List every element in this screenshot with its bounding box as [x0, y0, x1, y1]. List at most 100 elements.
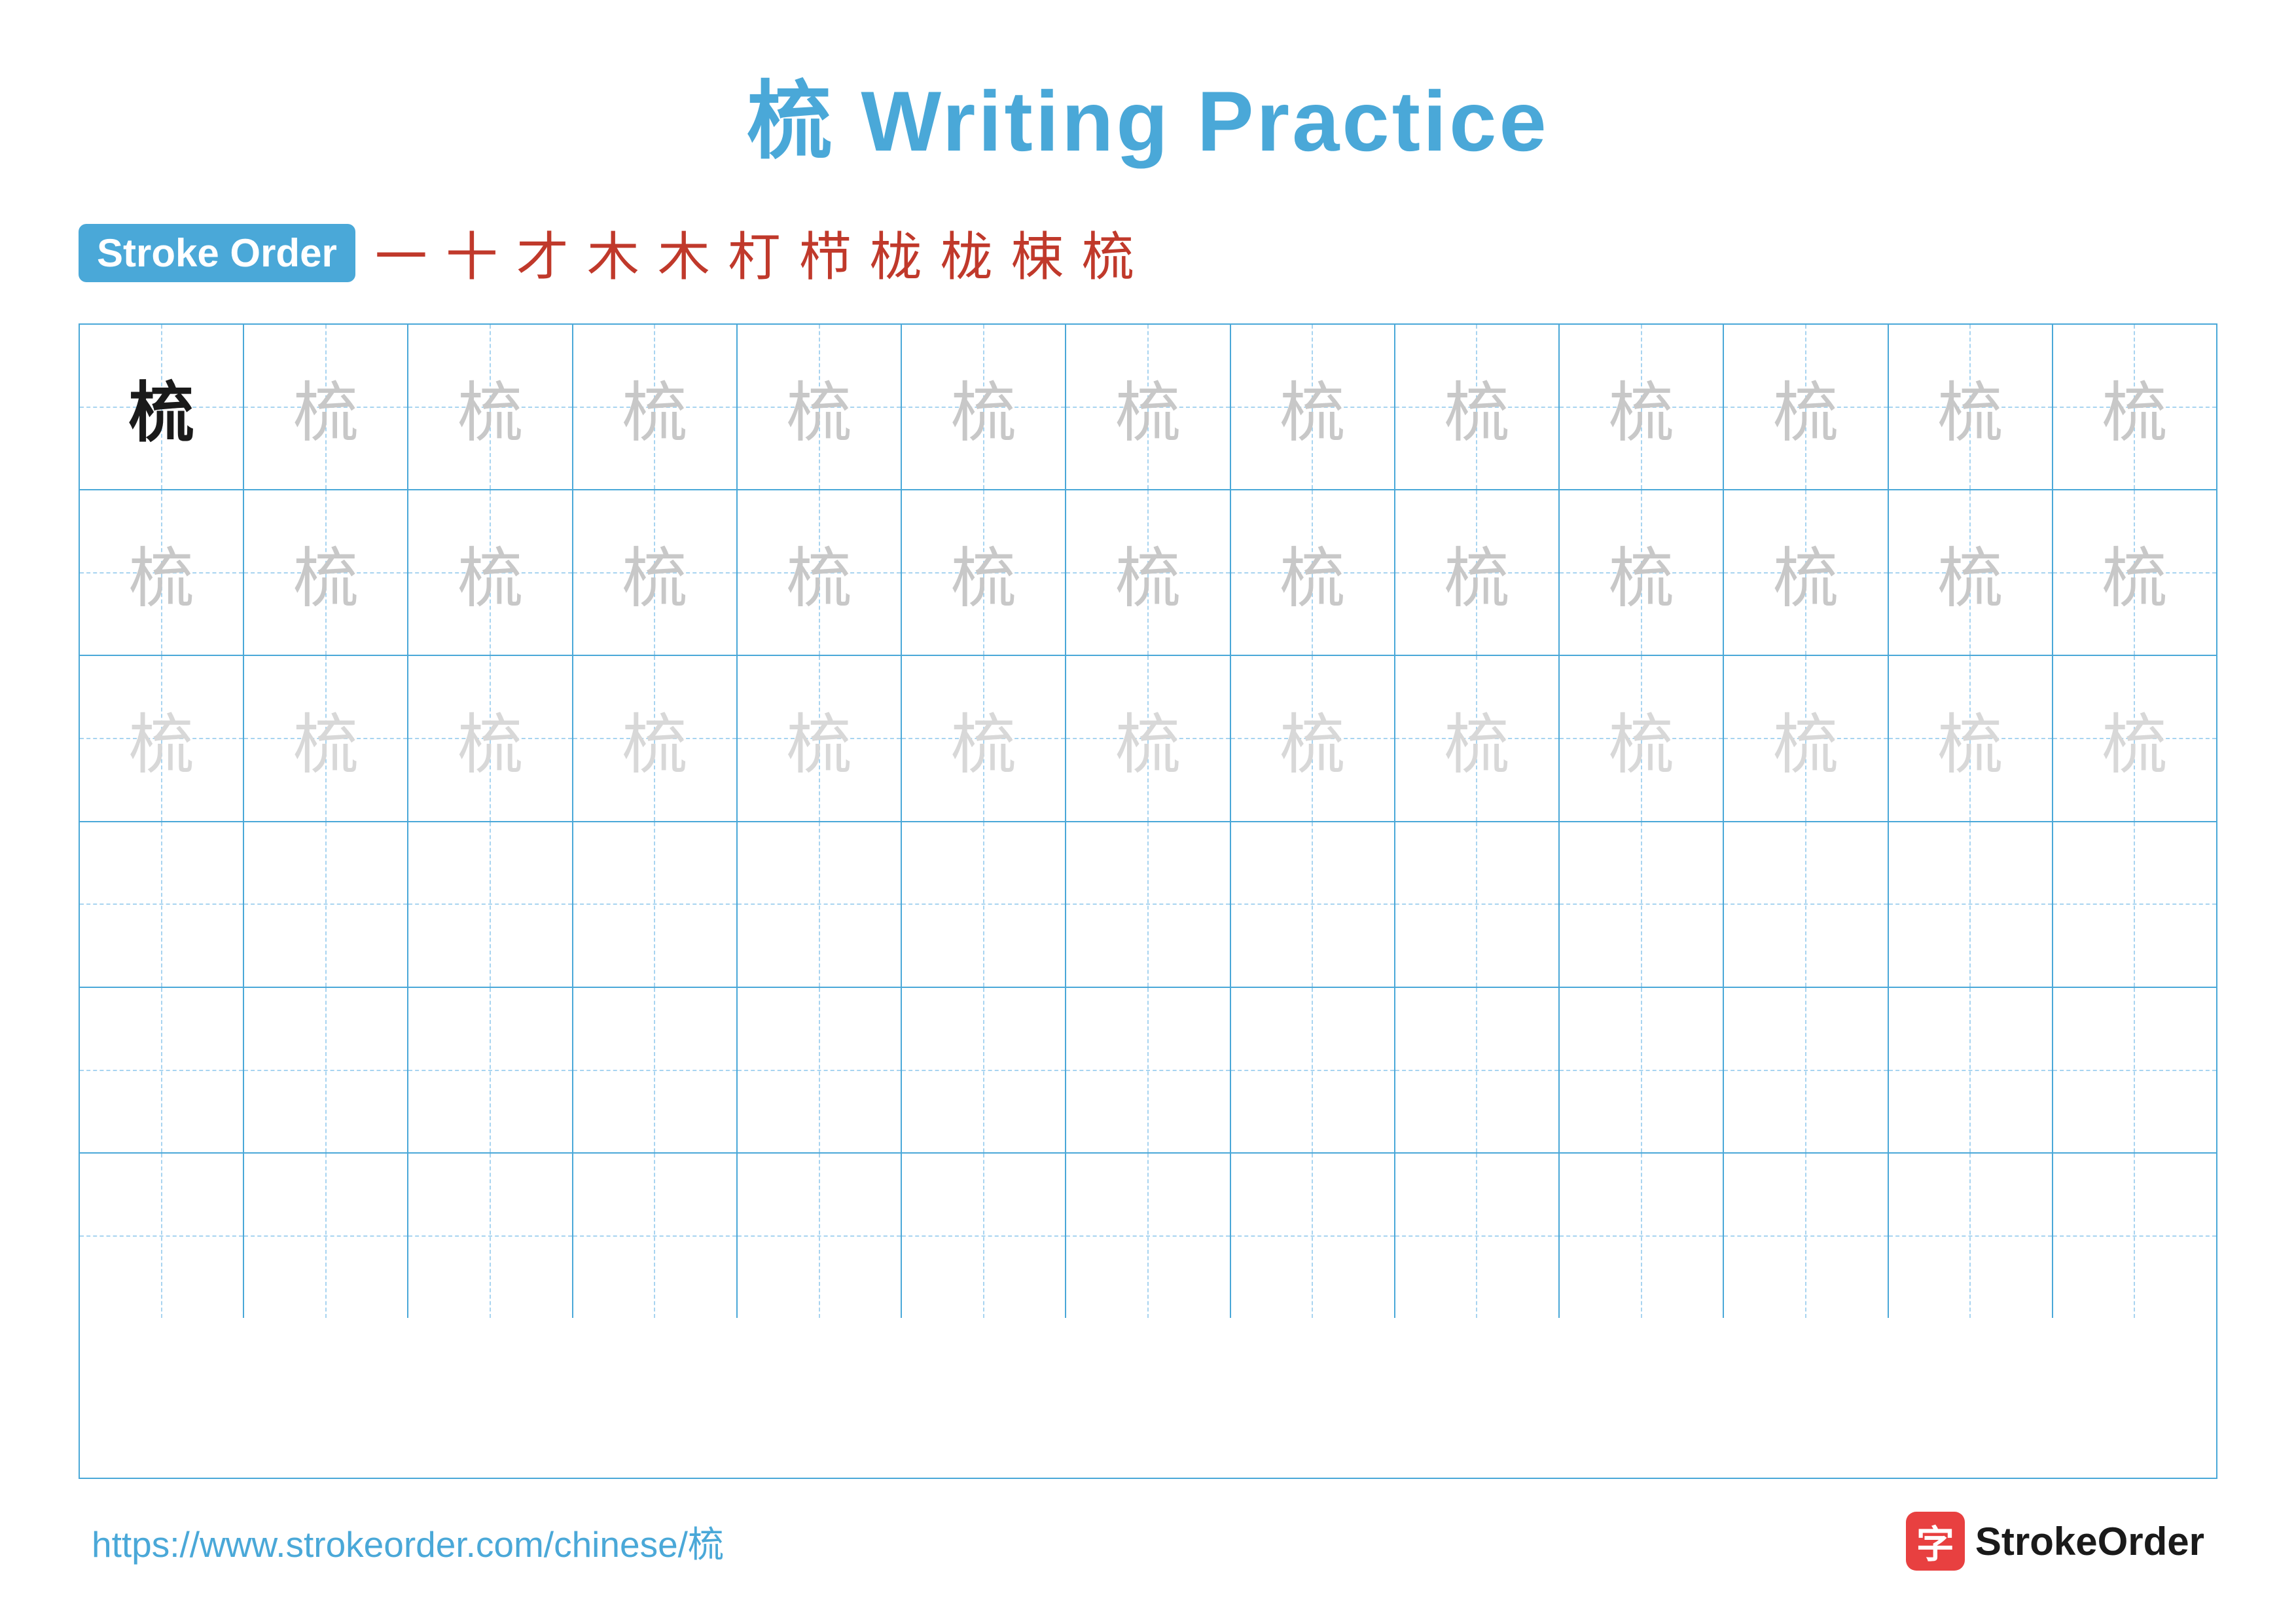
cell-character: 梳: [2102, 691, 2167, 786]
stroke-step-10: 梀: [1011, 215, 1064, 291]
stroke-step-3: 才: [516, 215, 569, 291]
grid-row: [80, 822, 2216, 988]
grid-cell: 梳: [1724, 490, 1888, 655]
grid-cell: [1724, 1154, 1888, 1318]
cell-character: 梳: [129, 359, 194, 454]
footer: https://www.strokeorder.com/chinese/梳 字 …: [79, 1512, 2217, 1571]
grid-cell: [738, 822, 902, 987]
page: 梳 Writing Practice Stroke Order 一 十 才 木 …: [0, 0, 2296, 1623]
stroke-order-badge: Stroke Order: [79, 224, 355, 282]
grid-cell: 梳: [408, 656, 573, 820]
cell-character: 梳: [1773, 359, 1839, 454]
grid-cell: 梳: [902, 490, 1066, 655]
cell-character: 梳: [1773, 525, 1839, 620]
grid-cell: 梳: [1395, 490, 1560, 655]
cell-character: 梳: [457, 691, 523, 786]
cell-character: 梳: [457, 525, 523, 620]
stroke-step-9: 栊: [941, 215, 993, 291]
grid-cell: [1231, 1154, 1395, 1318]
grid-cell: 梳: [80, 325, 244, 489]
cell-character: 梳: [1115, 359, 1181, 454]
grid-row: 梳梳梳梳梳梳梳梳梳梳梳梳梳: [80, 490, 2216, 656]
cell-character: 梳: [1444, 691, 1509, 786]
grid-row: [80, 1154, 2216, 1318]
grid-cell: [1231, 822, 1395, 987]
grid-cell: [1066, 1154, 1230, 1318]
cell-character: 梳: [1115, 525, 1181, 620]
grid-cell: [2053, 988, 2216, 1152]
footer-url: https://www.strokeorder.com/chinese/梳: [92, 1515, 724, 1567]
cell-character: 梳: [1609, 525, 1674, 620]
grid-cell: [80, 1154, 244, 1318]
cell-character: 梳: [129, 691, 194, 786]
grid-cell: 梳: [1560, 656, 1724, 820]
grid-row: 梳梳梳梳梳梳梳梳梳梳梳梳梳: [80, 325, 2216, 490]
stroke-step-6: 朾: [728, 215, 781, 291]
grid-cell: [738, 988, 902, 1152]
grid-cell: 梳: [408, 325, 573, 489]
cell-character: 梳: [293, 525, 359, 620]
stroke-step-7: 栉: [799, 215, 852, 291]
grid-cell: 梳: [80, 490, 244, 655]
stroke-order-row: Stroke Order 一 十 才 木 木 朾 栉 栊 栊 梀 梳: [79, 215, 2217, 291]
stroke-step-8: 栊: [870, 215, 922, 291]
grid-cell: 梳: [1724, 656, 1888, 820]
grid-cell: 梳: [1724, 325, 1888, 489]
grid-cell: [408, 822, 573, 987]
cell-character: 梳: [129, 525, 194, 620]
grid-cell: 梳: [738, 325, 902, 489]
grid-cell: [2053, 1154, 2216, 1318]
cell-character: 梳: [622, 525, 687, 620]
brand-icon-text: 字: [1916, 1514, 1954, 1569]
grid-cell: [738, 1154, 902, 1318]
grid-cell: [2053, 822, 2216, 987]
cell-character: 梳: [787, 691, 852, 786]
grid-cell: [408, 988, 573, 1152]
grid-cell: [80, 822, 244, 987]
grid-cell: 梳: [1231, 656, 1395, 820]
grid-cell: 梳: [1395, 325, 1560, 489]
grid-cell: [1889, 988, 2053, 1152]
grid-cell: 梳: [573, 490, 738, 655]
grid-cell: 梳: [738, 656, 902, 820]
grid-cell: [1889, 1154, 2053, 1318]
grid-cell: [1066, 988, 1230, 1152]
grid-cell: 梳: [80, 656, 244, 820]
grid-cell: [1395, 988, 1560, 1152]
grid-cell: 梳: [1231, 325, 1395, 489]
cell-character: 梳: [951, 525, 1016, 620]
grid-cell: 梳: [1560, 490, 1724, 655]
brand-icon: 字: [1906, 1512, 1965, 1571]
cell-character: 梳: [1115, 691, 1181, 786]
grid-cell: [1395, 1154, 1560, 1318]
grid-cell: [1560, 822, 1724, 987]
cell-character: 梳: [1280, 525, 1345, 620]
practice-grid: 梳梳梳梳梳梳梳梳梳梳梳梳梳梳梳梳梳梳梳梳梳梳梳梳梳梳梳梳梳梳梳梳梳梳梳梳梳梳梳: [79, 323, 2217, 1479]
page-title: 梳 Writing Practice: [747, 52, 1549, 175]
cell-character: 梳: [1609, 359, 1674, 454]
cell-character: 梳: [622, 691, 687, 786]
grid-cell: [244, 988, 408, 1152]
stroke-step-11: 梳: [1082, 215, 1134, 291]
grid-cell: [80, 988, 244, 1152]
grid-cell: 梳: [1889, 656, 2053, 820]
grid-cell: [573, 1154, 738, 1318]
grid-cell: 梳: [902, 656, 1066, 820]
grid-cell: [1560, 988, 1724, 1152]
stroke-steps: 一 十 才 木 木 朾 栉 栊 栊 梀 梳: [375, 215, 2217, 291]
grid-cell: 梳: [573, 325, 738, 489]
cell-character: 梳: [951, 359, 1016, 454]
cell-character: 梳: [1937, 525, 2003, 620]
cell-character: 梳: [2102, 359, 2167, 454]
grid-cell: 梳: [738, 490, 902, 655]
grid-cell: 梳: [573, 656, 738, 820]
cell-character: 梳: [1609, 691, 1674, 786]
grid-cell: 梳: [1066, 490, 1230, 655]
grid-cell: 梳: [902, 325, 1066, 489]
grid-cell: [1724, 822, 1888, 987]
cell-character: 梳: [787, 359, 852, 454]
grid-cell: [1066, 822, 1230, 987]
cell-character: 梳: [2102, 525, 2167, 620]
grid-cell: [1889, 822, 2053, 987]
cell-character: 梳: [1937, 691, 2003, 786]
